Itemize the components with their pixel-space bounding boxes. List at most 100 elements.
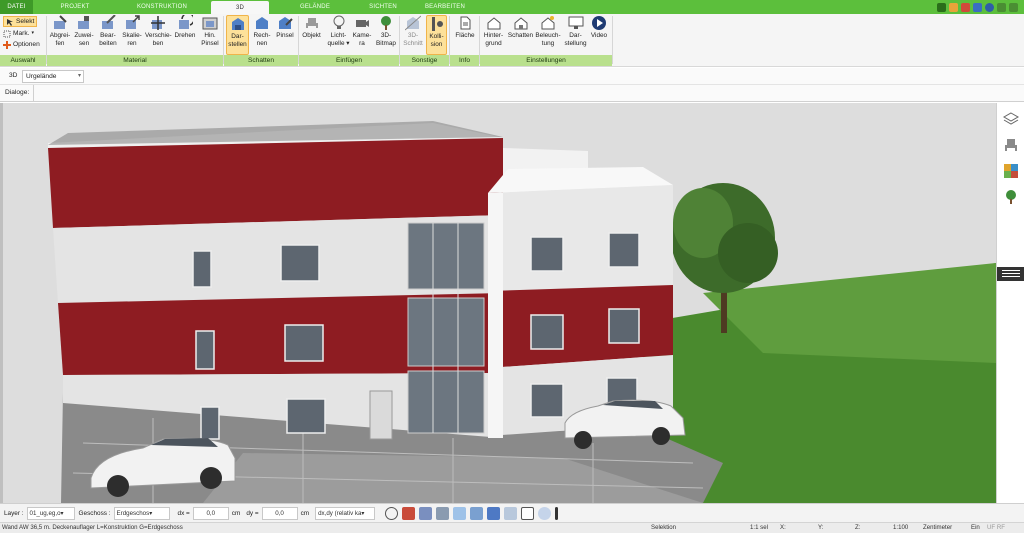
- terrain-dropdown-value: Urgelände: [26, 73, 57, 80]
- shadow-brush-icon: [279, 17, 293, 29]
- bitmap-3d-button[interactable]: 3D- Bitmap: [374, 15, 398, 55]
- kamera-button[interactable]: Kame-ra: [351, 15, 373, 55]
- group-label-info: Info: [450, 55, 479, 66]
- stair-glazing[interactable]: [407, 222, 485, 434]
- abgreifen-label-2: fen: [55, 39, 65, 47]
- tab-3d[interactable]: 3D: [211, 1, 269, 14]
- plane-icon[interactable]: [487, 506, 501, 520]
- snap-icon[interactable]: [436, 506, 450, 520]
- lightbulb-icon: [333, 15, 344, 29]
- screenshot-icon[interactable]: [949, 2, 958, 12]
- restore-icon[interactable]: [1009, 2, 1018, 12]
- view-mode-row: 3D Urgelände ▾: [0, 68, 1024, 85]
- zuweisen-button[interactable]: Zuwei-sen: [73, 15, 95, 55]
- kollision-label-1: Kolli-: [429, 33, 444, 40]
- schatten-einstellung-button[interactable]: Schatten: [507, 15, 534, 55]
- bearbeiten-label-2: beiten: [99, 39, 117, 47]
- objekt-button[interactable]: Objekt: [300, 15, 323, 55]
- layer-select[interactable]: 01_ug,eg,o▾: [26, 506, 75, 520]
- pick-icon[interactable]: [419, 506, 433, 520]
- status-scale: 1:100: [893, 524, 909, 531]
- mark-button[interactable]: Mark. ▾: [3, 28, 34, 39]
- coordinate-mode-select[interactable]: dx,dy (relativ ka▾: [315, 506, 376, 520]
- group-label-einstellungen: Einstellungen: [480, 55, 612, 66]
- schnitt-3d-button[interactable]: 3D- Schnitt: [402, 15, 424, 55]
- lichtquelle-button[interactable]: Licht-quelle ▾: [325, 15, 352, 55]
- area-icon: [460, 16, 471, 30]
- hintergrund-button[interactable]: Hinter-grund: [481, 15, 506, 55]
- kamera-label-1: Kame-: [352, 32, 372, 39]
- kamera-label-2: ra: [359, 39, 365, 47]
- wing-corner: [488, 193, 503, 438]
- dx-label: dx =: [177, 509, 190, 517]
- dy-input[interactable]: 0,0: [261, 506, 298, 520]
- geschoss-select[interactable]: Erdgeschos▾: [113, 506, 170, 520]
- kollision-button[interactable]: Kolli-sion: [426, 15, 447, 55]
- chair-icon[interactable]: [1003, 137, 1019, 153]
- view-mode-label: 3D: [9, 72, 18, 79]
- 3d-scene[interactable]: [3, 103, 996, 503]
- selekt-button[interactable]: Selekt: [3, 16, 38, 27]
- present-icon[interactable]: [402, 506, 416, 520]
- lichtquelle-label-1: Licht-: [330, 32, 347, 39]
- status-ein: Ein: [971, 524, 980, 531]
- brush-edit-icon: [102, 15, 116, 29]
- darstellung-label-2: stellung: [564, 39, 587, 47]
- dx-unit: cm: [231, 509, 241, 517]
- group-label-auswahl: Auswahl: [0, 55, 46, 66]
- wing-upper: [488, 185, 673, 291]
- clock-icon[interactable]: [385, 506, 399, 520]
- tab-konstruktion[interactable]: KONSTRUKTION: [118, 0, 206, 14]
- status-flags: UF RF: [987, 524, 1005, 531]
- 3d-viewport[interactable]: [0, 103, 996, 503]
- schatten-darstellen-button[interactable]: Dar-stellen: [226, 15, 249, 55]
- verschieben-button[interactable]: Verschie-ben: [145, 15, 172, 55]
- snap-line-icon[interactable]: [453, 506, 467, 520]
- drehen-button[interactable]: Drehen: [173, 15, 197, 55]
- bearbeiten-button[interactable]: Bear-beiten: [97, 15, 119, 55]
- status-message: Wand AW 36,5 m. Deckenauflager L=Konstru…: [2, 524, 183, 531]
- grid-icon[interactable]: [521, 506, 535, 520]
- pen-icon[interactable]: [937, 2, 946, 12]
- video-button[interactable]: Video: [588, 15, 610, 55]
- section-icon: [405, 15, 421, 31]
- flaeche-button[interactable]: Fläche: [452, 15, 478, 55]
- status-bar: Wand AW 36,5 m. Deckenauflager L=Konstru…: [0, 522, 1024, 533]
- minimize-icon[interactable]: [997, 2, 1006, 12]
- hintergrund-pinsel-button[interactable]: Hin. Pinsel: [199, 15, 221, 55]
- snap-angle-icon[interactable]: [470, 506, 484, 520]
- terrain-dropdown[interactable]: Urgelände ▾: [22, 70, 84, 83]
- schatten-rechnen-button[interactable]: Rech-nen: [251, 15, 273, 55]
- material-palette-icon[interactable]: [1003, 163, 1019, 179]
- abgreifen-button[interactable]: Abgrei-fen: [49, 15, 71, 55]
- collision-icon: [431, 17, 443, 31]
- tab-datei[interactable]: DATEI: [0, 0, 33, 14]
- ortho-icon[interactable]: [538, 506, 552, 520]
- skalieren-label-1: Skalie-: [122, 32, 142, 39]
- print-icon[interactable]: [961, 2, 970, 12]
- grid-plane-icon[interactable]: [504, 506, 518, 520]
- optionen-button[interactable]: Optionen: [3, 39, 40, 50]
- tree-icon: [381, 16, 391, 30]
- video-label: Video: [590, 32, 608, 39]
- tab-projekt[interactable]: PROJEKT: [40, 0, 110, 14]
- hin-pinsel-label-1: Hin.: [204, 32, 216, 39]
- schatten-pinsel-button[interactable]: Pinsel: [274, 15, 296, 55]
- skalieren-button[interactable]: Skalie-ren: [121, 15, 143, 55]
- beleuchtung-button[interactable]: Beleuch-tung: [534, 15, 562, 55]
- rechnen-label-1: Rech-: [253, 32, 271, 39]
- chevron-down-icon: ▾: [31, 30, 34, 36]
- tab-bearbeiten[interactable]: BEARBEITEN: [410, 0, 480, 14]
- help-icon[interactable]: [985, 2, 994, 12]
- more-icon[interactable]: [555, 506, 559, 520]
- scale-icon: [126, 15, 140, 29]
- layers-icon[interactable]: [1003, 111, 1019, 127]
- export-icon[interactable]: [973, 2, 982, 12]
- group-label-einfuegen: Einfügen: [299, 55, 399, 66]
- darstellung-button[interactable]: Dar-stellung: [562, 15, 589, 55]
- right-tool-strip: [996, 103, 1024, 503]
- dx-input[interactable]: 0,0: [192, 506, 229, 520]
- entrance-door[interactable]: [369, 390, 393, 440]
- menu-icon[interactable]: [997, 267, 1024, 281]
- tree-icon[interactable]: [1003, 189, 1019, 205]
